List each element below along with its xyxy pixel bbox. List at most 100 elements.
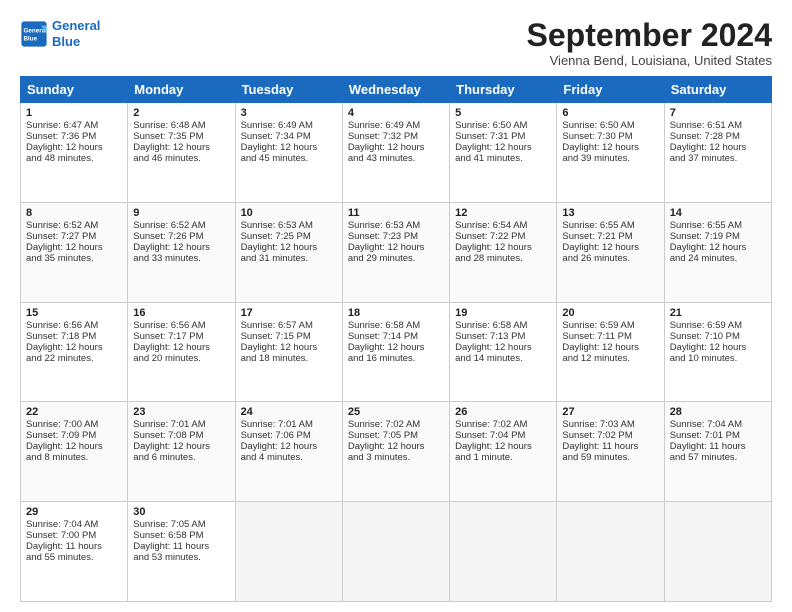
day-cell-25: 25Sunrise: 7:02 AMSunset: 7:05 PMDayligh… <box>342 402 449 502</box>
col-header-tuesday: Tuesday <box>235 77 342 103</box>
day-info-line: Daylight: 12 hours <box>26 142 122 153</box>
day-info-line: Sunset: 7:27 PM <box>26 231 122 242</box>
day-cell-1: 1Sunrise: 6:47 AMSunset: 7:36 PMDaylight… <box>21 103 128 203</box>
day-cell-24: 24Sunrise: 7:01 AMSunset: 7:06 PMDayligh… <box>235 402 342 502</box>
day-info-line: Sunrise: 6:47 AM <box>26 120 122 131</box>
title-block: September 2024 Vienna Bend, Louisiana, U… <box>527 18 772 68</box>
day-info-line: Daylight: 11 hours <box>562 441 658 452</box>
day-info-line: and 24 minutes. <box>670 253 766 264</box>
day-info-line: Sunset: 7:13 PM <box>455 331 551 342</box>
day-number: 18 <box>348 307 444 319</box>
empty-cell <box>664 502 771 602</box>
day-info-line: and 3 minutes. <box>348 452 444 463</box>
day-info-line: Daylight: 12 hours <box>133 342 229 353</box>
day-info-line: Sunrise: 6:56 AM <box>133 320 229 331</box>
page: General Blue General Blue September 2024… <box>0 0 792 612</box>
day-number: 3 <box>241 107 337 119</box>
day-info-line: and 28 minutes. <box>455 253 551 264</box>
day-info-line: Sunrise: 6:55 AM <box>670 220 766 231</box>
empty-cell <box>342 502 449 602</box>
day-info-line: Sunset: 7:15 PM <box>241 331 337 342</box>
day-info-line: Daylight: 12 hours <box>26 342 122 353</box>
day-info-line: Sunset: 7:09 PM <box>26 430 122 441</box>
day-info-line: Sunrise: 7:02 AM <box>455 419 551 430</box>
day-info-line: Sunset: 7:19 PM <box>670 231 766 242</box>
day-number: 15 <box>26 307 122 319</box>
header-row: SundayMondayTuesdayWednesdayThursdayFrid… <box>21 77 772 103</box>
day-info-line: Daylight: 12 hours <box>455 142 551 153</box>
day-info-line: Sunrise: 6:58 AM <box>348 320 444 331</box>
day-cell-26: 26Sunrise: 7:02 AMSunset: 7:04 PMDayligh… <box>450 402 557 502</box>
day-info-line: Daylight: 11 hours <box>133 541 229 552</box>
day-info-line: Sunset: 7:04 PM <box>455 430 551 441</box>
day-info-line: Sunrise: 6:50 AM <box>455 120 551 131</box>
day-info-line: Sunrise: 6:59 AM <box>562 320 658 331</box>
day-info-line: Daylight: 12 hours <box>670 242 766 253</box>
day-info-line: and 6 minutes. <box>133 452 229 463</box>
day-info-line: and 45 minutes. <box>241 153 337 164</box>
day-info-line: and 14 minutes. <box>455 353 551 364</box>
day-cell-14: 14Sunrise: 6:55 AMSunset: 7:19 PMDayligh… <box>664 202 771 302</box>
day-info-line: Daylight: 12 hours <box>26 441 122 452</box>
day-info-line: and 37 minutes. <box>670 153 766 164</box>
day-info-line: Sunrise: 6:53 AM <box>241 220 337 231</box>
day-info-line: Sunrise: 6:52 AM <box>133 220 229 231</box>
calendar: SundayMondayTuesdayWednesdayThursdayFrid… <box>20 76 772 602</box>
day-info-line: and 55 minutes. <box>26 552 122 563</box>
day-cell-28: 28Sunrise: 7:04 AMSunset: 7:01 PMDayligh… <box>664 402 771 502</box>
day-cell-13: 13Sunrise: 6:55 AMSunset: 7:21 PMDayligh… <box>557 202 664 302</box>
week-row-4: 22Sunrise: 7:00 AMSunset: 7:09 PMDayligh… <box>21 402 772 502</box>
day-info-line: Sunrise: 6:50 AM <box>562 120 658 131</box>
day-info-line: Daylight: 12 hours <box>670 342 766 353</box>
day-info-line: and 18 minutes. <box>241 353 337 364</box>
day-info-line: Sunrise: 6:49 AM <box>241 120 337 131</box>
day-info-line: Sunset: 7:32 PM <box>348 131 444 142</box>
day-cell-3: 3Sunrise: 6:49 AMSunset: 7:34 PMDaylight… <box>235 103 342 203</box>
day-info-line: and 1 minute. <box>455 452 551 463</box>
day-number: 13 <box>562 207 658 219</box>
day-info-line: and 8 minutes. <box>26 452 122 463</box>
day-info-line: Sunrise: 6:51 AM <box>670 120 766 131</box>
day-info-line: and 31 minutes. <box>241 253 337 264</box>
col-header-wednesday: Wednesday <box>342 77 449 103</box>
day-number: 7 <box>670 107 766 119</box>
day-cell-22: 22Sunrise: 7:00 AMSunset: 7:09 PMDayligh… <box>21 402 128 502</box>
day-info-line: and 43 minutes. <box>348 153 444 164</box>
day-cell-29: 29Sunrise: 7:04 AMSunset: 7:00 PMDayligh… <box>21 502 128 602</box>
day-cell-12: 12Sunrise: 6:54 AMSunset: 7:22 PMDayligh… <box>450 202 557 302</box>
day-info-line: Sunrise: 7:05 AM <box>133 519 229 530</box>
day-info-line: Sunrise: 7:02 AM <box>348 419 444 430</box>
day-info-line: Sunrise: 6:59 AM <box>670 320 766 331</box>
day-info-line: Sunrise: 7:01 AM <box>241 419 337 430</box>
day-info-line: and 26 minutes. <box>562 253 658 264</box>
day-cell-7: 7Sunrise: 6:51 AMSunset: 7:28 PMDaylight… <box>664 103 771 203</box>
logo-text: General Blue <box>52 18 100 49</box>
logo-icon: General Blue <box>20 20 48 48</box>
day-info-line: and 57 minutes. <box>670 452 766 463</box>
day-info-line: Daylight: 12 hours <box>670 142 766 153</box>
day-number: 21 <box>670 307 766 319</box>
day-number: 14 <box>670 207 766 219</box>
day-info-line: and 59 minutes. <box>562 452 658 463</box>
month-title: September 2024 <box>527 18 772 53</box>
day-info-line: Sunrise: 7:04 AM <box>26 519 122 530</box>
day-number: 9 <box>133 207 229 219</box>
day-cell-20: 20Sunrise: 6:59 AMSunset: 7:11 PMDayligh… <box>557 302 664 402</box>
day-info-line: and 33 minutes. <box>133 253 229 264</box>
day-info-line: Sunset: 7:02 PM <box>562 430 658 441</box>
day-number: 28 <box>670 406 766 418</box>
day-info-line: and 41 minutes. <box>455 153 551 164</box>
day-cell-23: 23Sunrise: 7:01 AMSunset: 7:08 PMDayligh… <box>128 402 235 502</box>
day-info-line: Sunset: 7:25 PM <box>241 231 337 242</box>
day-number: 8 <box>26 207 122 219</box>
day-info-line: Daylight: 12 hours <box>26 242 122 253</box>
day-info-line: and 4 minutes. <box>241 452 337 463</box>
day-info-line: Sunset: 7:18 PM <box>26 331 122 342</box>
svg-text:Blue: Blue <box>24 35 38 42</box>
day-info-line: Sunset: 7:08 PM <box>133 430 229 441</box>
day-number: 20 <box>562 307 658 319</box>
day-cell-8: 8Sunrise: 6:52 AMSunset: 7:27 PMDaylight… <box>21 202 128 302</box>
day-info-line: Sunrise: 6:58 AM <box>455 320 551 331</box>
day-info-line: and 29 minutes. <box>348 253 444 264</box>
day-info-line: and 39 minutes. <box>562 153 658 164</box>
